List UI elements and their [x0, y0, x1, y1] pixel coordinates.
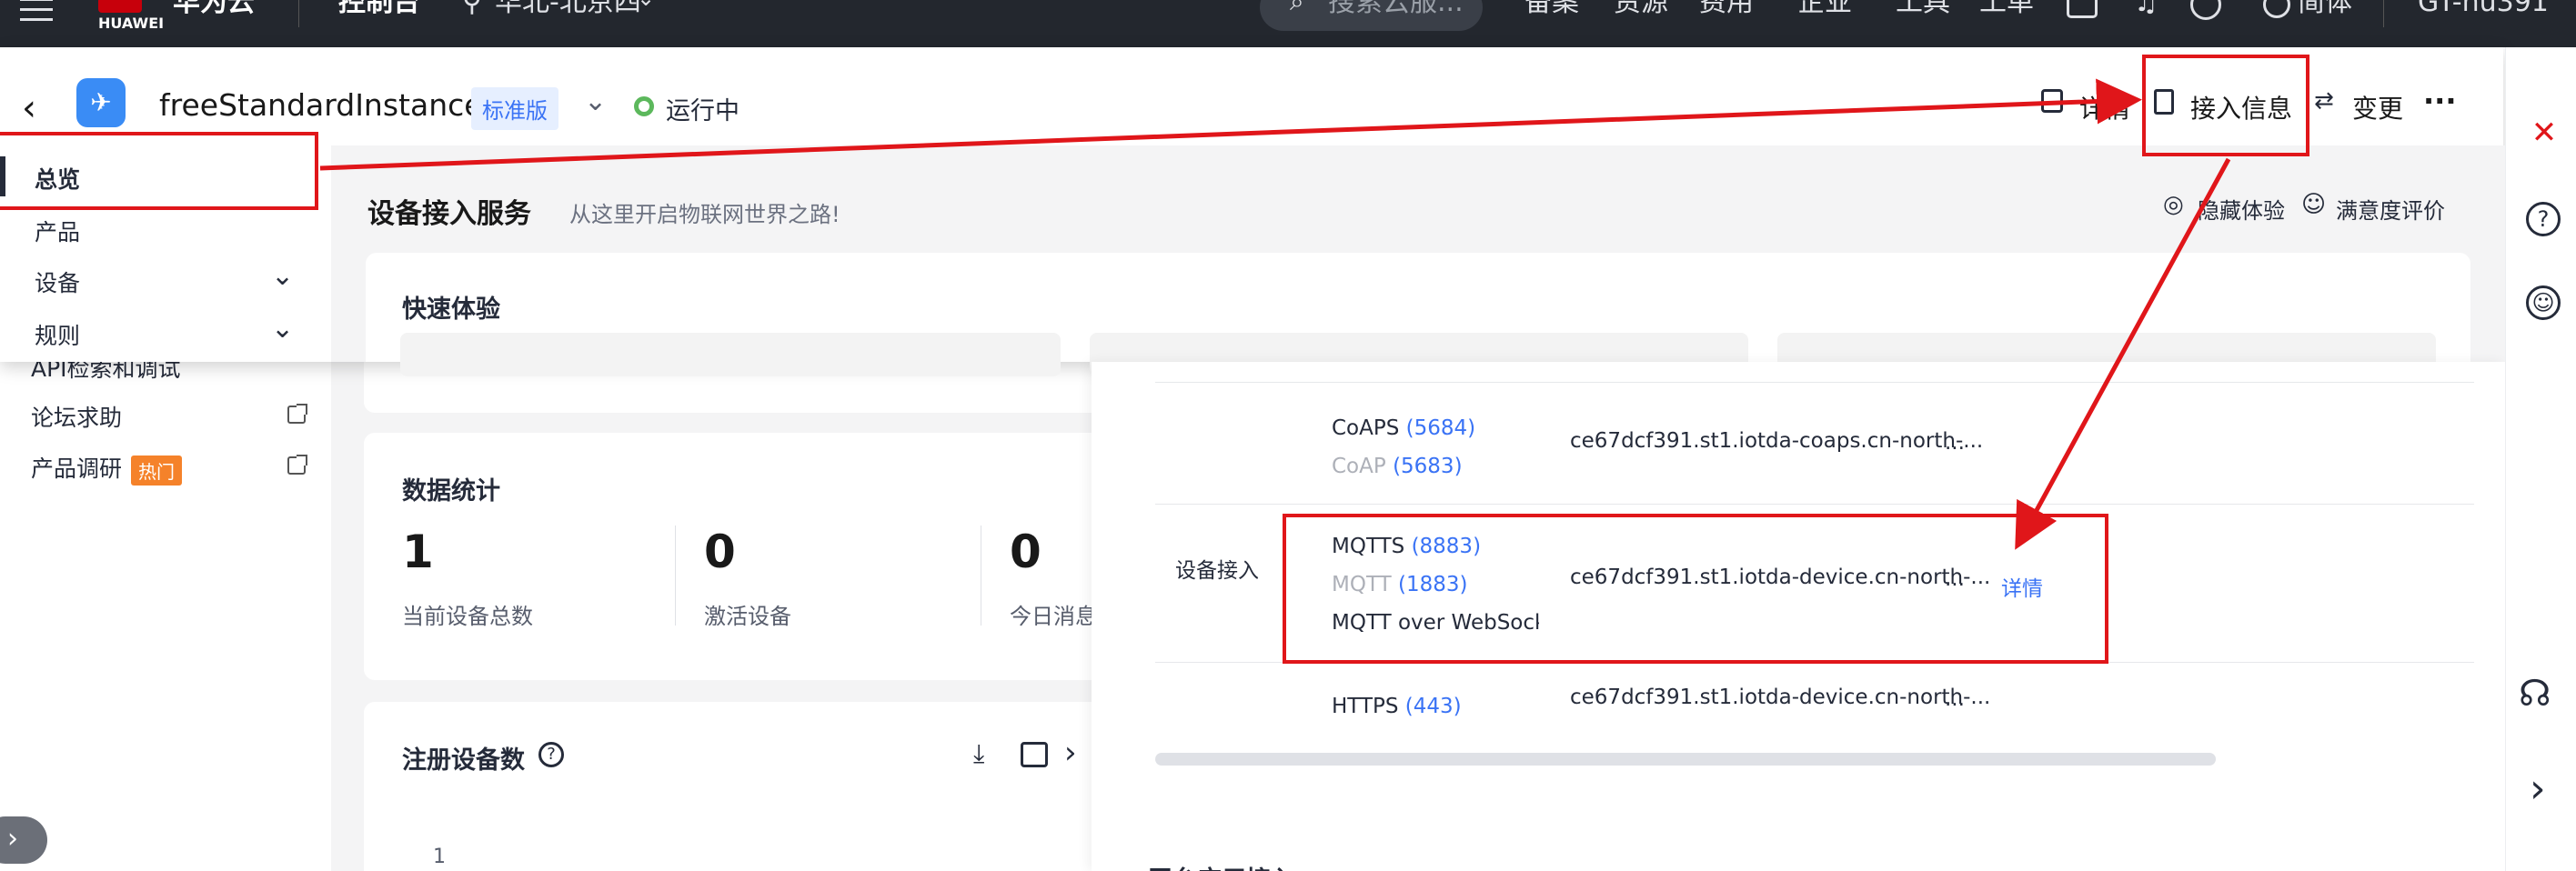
horizontal-scrollbar[interactable]: [1155, 753, 2216, 766]
hide-experience-link[interactable]: 隐藏体验: [2198, 193, 2285, 225]
search-icon[interactable]: ⌕: [1290, 0, 1304, 15]
chevron-down-icon[interactable]: ⌄: [271, 260, 294, 292]
nav-item-enterprise[interactable]: 企业: [1797, 0, 1852, 16]
quick-experience-title: 快速体验: [402, 295, 500, 324]
instance-icon: ✈: [76, 78, 126, 127]
chevron-right-icon[interactable]: ›: [2530, 766, 2546, 812]
stat-today-messages-label: 今日消息: [1010, 604, 1097, 629]
edition-badge: 标准版: [471, 87, 558, 130]
help-circle-icon[interactable]: ?: [538, 742, 564, 767]
location-pin-icon: ⚲: [462, 0, 482, 18]
nav-item-filing[interactable]: 备案: [1524, 0, 1579, 16]
nav-item-resources[interactable]: 资源: [1614, 0, 1668, 16]
external-link-icon[interactable]: [287, 404, 307, 424]
details-icon[interactable]: [2041, 89, 2063, 113]
globe-icon[interactable]: [2263, 0, 2290, 18]
bell-icon[interactable]: ♫: [2134, 0, 2158, 16]
stats-title: 数据统计: [402, 477, 500, 506]
calendar-icon[interactable]: [1021, 742, 1048, 767]
protocol-coaps: CoAPS (5684): [1332, 416, 1476, 440]
protocol-coap: CoAP (5683): [1332, 455, 1463, 478]
console-link[interactable]: 控制台: [338, 0, 420, 16]
chevron-down-icon[interactable]: ⌄: [637, 0, 655, 9]
service-subtitle: 从这里开启物联网世界之路!: [569, 202, 840, 227]
coaps-address: ce67dcf391.st1.iotda-coaps.cn-north-...: [1570, 429, 1984, 453]
details-button[interactable]: 详情: [2079, 89, 2130, 125]
chart-y-tick: 1: [433, 846, 446, 868]
nav-item-billing[interactable]: 费用: [1699, 0, 1754, 16]
protocol-https: HTTPS (443): [1332, 695, 1462, 718]
status-text: 运行中: [666, 97, 740, 125]
sidebar-item-forum[interactable]: 论坛求助: [31, 400, 122, 433]
sidebar-item-research-label: 产品调研: [31, 456, 123, 482]
satisfaction-link[interactable]: 满意度评价: [2336, 193, 2445, 225]
right-tool-rail: ✕ ? ☺ ☊ ›: [2505, 47, 2576, 871]
region-selector[interactable]: 华北-北京四: [495, 0, 641, 16]
stat-active-devices-label: 激活设备: [704, 604, 791, 629]
quick-step-card[interactable]: [400, 333, 1061, 376]
stat-total-devices-value: 1: [402, 526, 434, 578]
stat-divider: [675, 526, 676, 626]
change-button[interactable]: 变更: [2352, 89, 2403, 125]
nav-divider: [2383, 0, 2384, 27]
chevron-down-icon[interactable]: ⌄: [584, 85, 607, 117]
eye-hidden-icon[interactable]: ◎: [2163, 191, 2184, 218]
page: HUAWEI 华为云 控制台 ⚲ 华北-北京四 ⌄ ⌕ 搜索云服... 备案 资…: [0, 0, 2576, 871]
back-arrow-icon[interactable]: ‹: [22, 87, 36, 129]
service-title: 设备接入服务: [367, 198, 531, 230]
top-navigation-bar: HUAWEI 华为云 控制台 ⚲ 华北-北京四 ⌄ ⌕ 搜索云服... 备案 资…: [0, 0, 2576, 47]
nav-divider: [298, 0, 299, 27]
sidebar-item-rules[interactable]: 规则: [35, 318, 80, 351]
hot-badge: 热门: [131, 455, 183, 486]
search-input[interactable]: 搜索云服...: [1328, 0, 1464, 16]
platform-access-title: 平台应用接入: [1148, 860, 1295, 871]
instance-name: freeStandardInstance: [159, 87, 483, 123]
external-link-icon[interactable]: [287, 455, 307, 475]
change-icon[interactable]: ⇄: [2314, 87, 2334, 115]
copy-more-icon[interactable]: ...: [1945, 687, 1965, 711]
copy-more-icon[interactable]: ...: [1945, 431, 1965, 455]
download-icon[interactable]: ⤓: [973, 738, 984, 769]
status-dot-icon: [634, 96, 654, 116]
registered-devices-title: 注册设备数: [402, 746, 525, 775]
nav-item-tools[interactable]: 工具: [1896, 0, 1950, 16]
help-icon[interactable]: ?: [2526, 202, 2561, 236]
huawei-logo[interactable]: [98, 0, 142, 13]
smile-feedback-icon[interactable]: ☺: [2526, 285, 2561, 320]
annotation-box-access-info: [2142, 55, 2309, 156]
brand-sub-label: HUAWEI: [98, 15, 165, 32]
chevron-down-icon[interactable]: ⌄: [271, 313, 294, 345]
stat-today-messages-value: 0: [1010, 526, 1041, 578]
headset-icon[interactable]: ☊: [2519, 673, 2551, 715]
terminal-icon[interactable]: [2067, 0, 2098, 18]
annotation-box-overview: [0, 132, 318, 210]
row-divider: [1155, 382, 2474, 383]
chevron-right-icon[interactable]: ›: [1064, 735, 1077, 771]
sidebar-item-device[interactable]: 设备: [35, 265, 80, 298]
user-account[interactable]: GT-hu391: [2418, 0, 2549, 16]
https-address: ce67dcf391.st1.iotda-device.cn-north-...: [1570, 686, 1991, 709]
annotation-box-mqtt-row: [1283, 514, 2108, 664]
smile-icon[interactable]: ☺: [2301, 191, 2326, 218]
expand-sidebar-button[interactable]: ›: [0, 816, 47, 864]
brand-name[interactable]: 华为云: [173, 0, 255, 16]
stat-active-devices-value: 0: [704, 526, 736, 578]
ai-assistant-icon[interactable]: ✕: [2526, 115, 2562, 151]
stat-total-devices-label: 当前设备总数: [402, 604, 533, 629]
nav-item-tickets[interactable]: 工单: [1979, 0, 2034, 16]
row-divider: [1155, 504, 2474, 505]
menu-icon[interactable]: [20, 0, 53, 22]
device-access-label: 设备接入: [1175, 559, 1259, 583]
sidebar-item-product[interactable]: 产品: [35, 215, 80, 247]
help-icon[interactable]: [2190, 0, 2221, 20]
sidebar-item-research[interactable]: 产品调研 热门: [31, 451, 183, 486]
language-selector[interactable]: 简体: [2298, 0, 2352, 16]
more-actions-button[interactable]: ···: [2423, 84, 2456, 118]
